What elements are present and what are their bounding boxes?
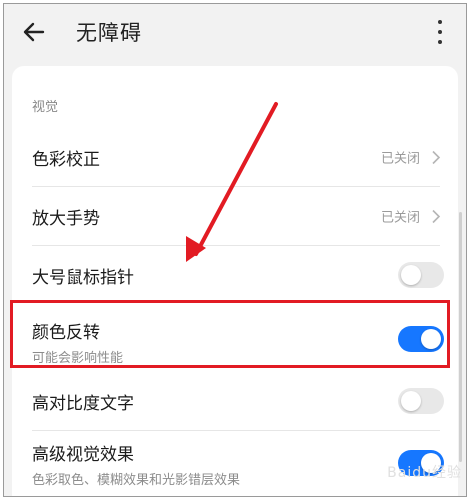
screen-frame: 无障碍 视觉 色彩校正 已关闭 放大手势 已关闭 大号鼠标指针 颜色反转 可能会… (3, 3, 467, 497)
setting-label: 色彩校正 (32, 149, 100, 170)
large-pointer-toggle[interactable] (398, 262, 444, 288)
high-contrast-toggle[interactable] (398, 388, 444, 414)
chevron-right-icon (432, 150, 441, 164)
setting-label: 高对比度文字 (32, 393, 134, 414)
status-text: 已关闭 (381, 148, 444, 167)
status-text: 已关闭 (381, 207, 444, 226)
setting-large-pointer: 大号鼠标指针 (12, 246, 458, 304)
divider (32, 430, 440, 431)
setting-label: 高级视觉效果 (32, 445, 134, 465)
app-bar: 无障碍 (4, 4, 466, 60)
more-options-button[interactable] (432, 16, 448, 48)
page-title: 无障碍 (76, 21, 142, 45)
toggle-knob (401, 391, 421, 411)
chevron-right-icon (432, 209, 441, 223)
back-arrow-icon (23, 22, 45, 42)
scrollbar[interactable] (459, 212, 462, 462)
setting-sublabel: 色彩取色、模糊效果和光影错层效果 (32, 473, 241, 488)
annotation-highlight-box (10, 300, 450, 368)
setting-label: 放大手势 (32, 208, 100, 229)
settings-card: 视觉 色彩校正 已关闭 放大手势 已关闭 大号鼠标指针 颜色反转 可能会影响性能… (12, 66, 458, 496)
watermark-logo: Baidu经验 (387, 465, 462, 481)
setting-label: 大号鼠标指针 (32, 267, 134, 288)
section-label: 视觉 (32, 100, 59, 115)
more-vert-icon (438, 20, 442, 24)
setting-magnify-gesture[interactable]: 放大手势 已关闭 (12, 187, 458, 245)
back-button[interactable] (4, 4, 64, 60)
setting-high-contrast: 高对比度文字 (12, 372, 458, 430)
setting-color-correction[interactable]: 色彩校正 已关闭 (12, 128, 458, 186)
toggle-knob (401, 265, 421, 285)
